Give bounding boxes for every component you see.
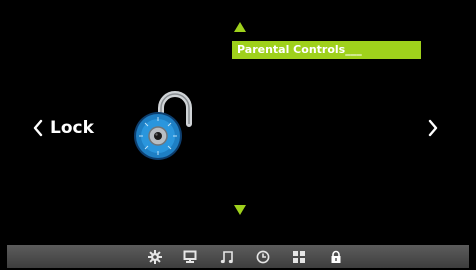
- music-note-icon[interactable]: [219, 249, 235, 265]
- clock-icon[interactable]: [255, 249, 271, 265]
- chevron-left-icon[interactable]: [33, 119, 43, 137]
- lock-icon[interactable]: [328, 249, 344, 265]
- gear-icon[interactable]: [147, 249, 163, 265]
- scroll-up-arrow-icon[interactable]: [234, 22, 246, 32]
- grid-icon[interactable]: [291, 249, 307, 265]
- padlock-icon: [134, 91, 192, 160]
- chevron-right-icon[interactable]: [428, 119, 438, 137]
- page-label: Lock: [50, 118, 94, 138]
- menu-item-selected[interactable]: Parental Controls___: [232, 41, 421, 59]
- bottom-menu-bar: [7, 245, 469, 268]
- monitor-icon[interactable]: [182, 249, 198, 265]
- nav-left[interactable]: Lock: [33, 116, 94, 140]
- scroll-down-arrow-icon[interactable]: [234, 205, 246, 215]
- nav-right[interactable]: [428, 119, 438, 137]
